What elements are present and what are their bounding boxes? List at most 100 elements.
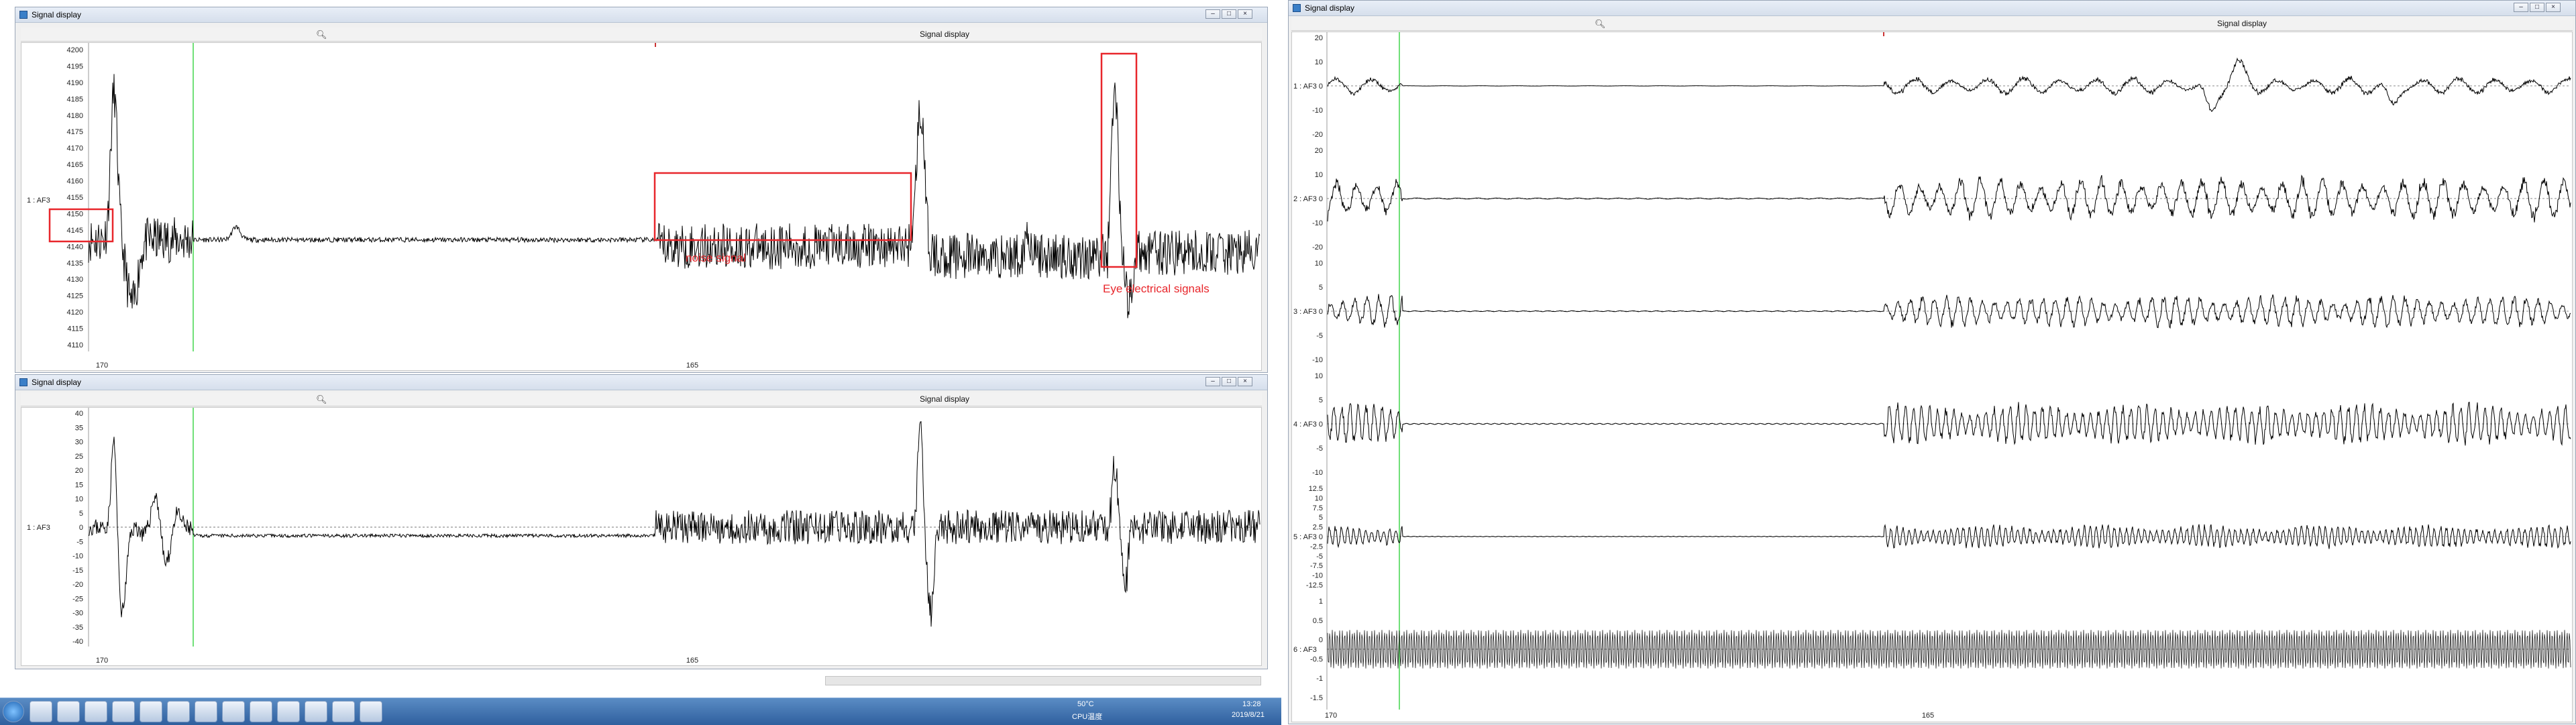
y-tick-label: 10 [75, 496, 83, 504]
window-titlebar[interactable]: Signal display – □ × [1289, 1, 2575, 16]
x-tick-label: 170 [1325, 712, 1337, 720]
y-tick-label: -5 [1316, 445, 1323, 453]
game-icon[interactable] [140, 701, 162, 722]
y-tick-label: 20 [1315, 147, 1323, 155]
y-tick-label: 10 [1315, 494, 1323, 502]
y-tick-label: 4155 [67, 194, 83, 202]
window-titlebar[interactable]: Signal display – □ × [15, 7, 1267, 23]
noise-annotation: noise signal [686, 252, 746, 264]
y-tick-label: 4135 [67, 260, 83, 268]
zoom-icon[interactable]: 🔍︎ [1595, 19, 1606, 30]
raw-signal-chart: 4200 4195 4190 4185 4180 4175 4170 4165 4160 4155… [27, 43, 1260, 370]
y-tick-label: 10 [1315, 58, 1323, 66]
y-tick-label: -20 [72, 581, 83, 589]
refresh-tool-icon[interactable] [195, 701, 217, 722]
panel-header: 🔍︎ Signal display [1291, 17, 2573, 31]
y-tick-label: 0 [1319, 195, 1323, 203]
panel-header: 🔍︎ Signal display [21, 27, 1262, 42]
channel-trace [1327, 630, 2571, 669]
y-tick-label: 30 [75, 439, 83, 447]
minimize-button[interactable]: – [1205, 9, 1220, 19]
signal-window-top: Signal display – □ × 🔍︎ Signal display 4… [15, 7, 1268, 373]
app-icon [19, 378, 28, 386]
terminal-icon[interactable] [305, 701, 327, 722]
window-titlebar[interactable]: Signal display – □ × [15, 375, 1267, 390]
start-orb-icon[interactable] [3, 701, 24, 722]
panel-header: 🔍︎ Signal display [21, 392, 1262, 406]
raw-trace [88, 74, 1260, 319]
y-tick-label: 4120 [67, 309, 83, 317]
channel-label: 1 : AF3 [1293, 82, 1317, 91]
y-tick-label: -0.5 [1310, 655, 1323, 663]
signal-window-bottom: Signal display – □ × 🔍︎ Signal display 4… [15, 374, 1268, 669]
close-button[interactable]: × [1238, 377, 1252, 386]
settings-tool-icon[interactable] [250, 701, 272, 722]
y-tick-label: 10 [1315, 171, 1323, 179]
channel-trace [1327, 294, 2571, 329]
y-tick-label: 7.5 [1313, 504, 1323, 512]
media-player-icon[interactable] [57, 701, 80, 722]
y-tick-label: 2.5 [1313, 524, 1323, 532]
zoom-icon[interactable]: 🔍︎ [316, 394, 327, 405]
maximize-button[interactable]: □ [1222, 377, 1236, 386]
y-tick-label: 4140 [67, 243, 83, 251]
spreadsheet-icon[interactable] [112, 701, 135, 722]
y-tick-label: -12.5 [1306, 581, 1323, 590]
signal-window-multichannel: Signal display – □ × 🔍︎ Signal display 2… [1288, 0, 2576, 724]
cube-app-icon[interactable] [360, 701, 382, 722]
y-tick-label: 10 [1315, 372, 1323, 380]
clock-time[interactable]: 13:28 [1242, 700, 1261, 708]
file-explorer-icon[interactable] [30, 701, 52, 722]
atr-tool-icon[interactable] [167, 701, 190, 722]
browser-icon[interactable] [85, 701, 107, 722]
y-tick-label: 5 [1319, 514, 1323, 522]
y-tick-label: 0 [1319, 82, 1323, 91]
y-tick-label: 5 [1319, 284, 1323, 292]
channel-label: 3 : AF3 [1293, 308, 1317, 316]
horizontal-scrollbar[interactable] [825, 676, 1261, 685]
y-tick-label: -35 [72, 624, 83, 632]
channel-trace [1327, 57, 2571, 113]
y-tick-label: 12.5 [1309, 485, 1323, 493]
cpu-label: CPU温度 [1072, 713, 1103, 721]
y-tick-label: 25 [75, 453, 83, 461]
editor-icon[interactable] [332, 701, 355, 722]
panel-title: Signal display [2217, 19, 2267, 28]
app-icon [19, 11, 28, 19]
x-tick-label: 165 [686, 361, 698, 370]
close-button[interactable]: × [2546, 3, 2561, 12]
minimize-button[interactable]: – [2514, 3, 2528, 12]
minimize-button[interactable]: – [1205, 377, 1220, 386]
multichannel-plot[interactable]: 20 10 0 -10 -20 1 : AF3 20 10 0 -10 -20 2 : AF3 10 5 0… [1291, 32, 2573, 722]
channel-label: 2 : AF3 [1293, 195, 1317, 203]
panel-title: Signal display [920, 30, 970, 39]
zoom-icon[interactable]: 🔍︎ [316, 30, 327, 40]
y-tick-label: 4115 [67, 325, 83, 333]
channel-label: 5 : AF3 [1293, 533, 1317, 541]
y-tick-label: -10 [1312, 469, 1323, 477]
clock-date[interactable]: 2019/8/21 [1232, 711, 1265, 719]
maximize-button[interactable]: □ [1222, 9, 1236, 19]
multichannel-chart: 20100-10-201 : AF320100-10-202 : AF31050… [1293, 32, 2571, 720]
y-tick-label: -1.5 [1310, 694, 1323, 702]
word-doc-icon[interactable] [277, 701, 300, 722]
maximize-button[interactable]: □ [2530, 3, 2544, 12]
y-tick-label: -10 [1312, 356, 1323, 364]
signal-plot-filtered[interactable]: 40 35 30 25 20 15 10 5 0 -5 -10 -15 -20 -25 -30 -35 -40 1… [21, 407, 1262, 666]
channel-label: 4 : AF3 [1293, 421, 1317, 429]
y-tick-label: 0 [1319, 421, 1323, 429]
eye-signal-annotation: Eye electrical signals [1103, 282, 1210, 295]
y-tick-label: 40 [75, 410, 83, 418]
y-tick-label: 10 [1315, 260, 1323, 268]
y-tick-label: 20 [75, 467, 83, 475]
y-tick-label: 4175 [67, 128, 83, 136]
window-title: Signal display [32, 378, 82, 387]
ie-browser-icon[interactable] [222, 701, 245, 722]
y-tick-label: 15 [75, 481, 83, 489]
close-button[interactable]: × [1238, 9, 1252, 19]
y-tick-label: -5 [1316, 332, 1323, 340]
signal-plot-raw[interactable]: 4200 4195 4190 4185 4180 4175 4170 4165 4160 4155… [21, 42, 1262, 371]
y-tick-label: 35 [75, 424, 83, 432]
y-tick-label: -30 [72, 610, 83, 618]
channel-trace [1327, 524, 2571, 549]
